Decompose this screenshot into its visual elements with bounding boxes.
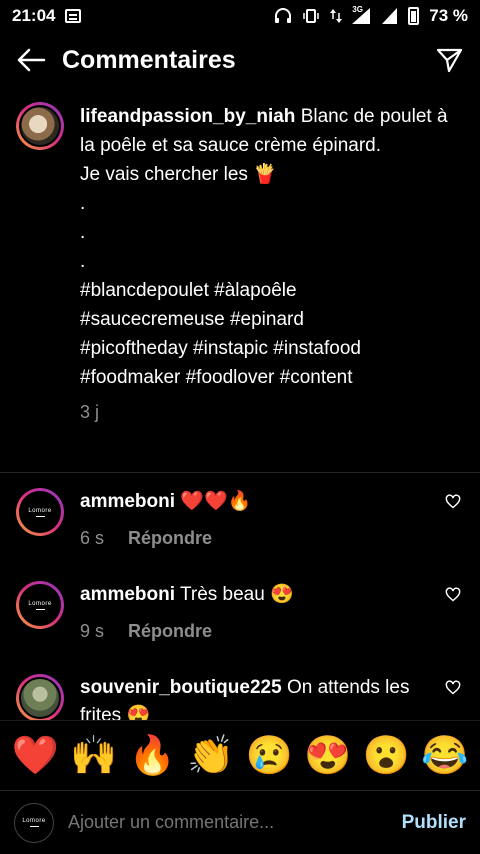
send-icon bbox=[436, 48, 463, 73]
comment-username[interactable]: ammeboni bbox=[80, 491, 175, 512]
avatar-logo-line bbox=[29, 826, 39, 827]
heart-outline-icon bbox=[445, 680, 461, 695]
status-time: 21:04 bbox=[12, 6, 56, 25]
page-title: Commentaires bbox=[62, 45, 236, 74]
reply-button[interactable]: Répondre bbox=[128, 617, 212, 645]
post-caption: lifeandpassion_by_niah Blanc de poulet à… bbox=[0, 102, 480, 427]
caption-timestamp: 3 j bbox=[80, 402, 100, 422]
emoji-surprised[interactable]: 😮 bbox=[363, 734, 410, 778]
user-avatar: Lomore bbox=[14, 802, 54, 843]
headphones-icon bbox=[274, 8, 292, 24]
comment-body: ammeboni ❤️❤️🔥 6 s Répondre bbox=[80, 488, 442, 552]
caption-hashtags[interactable]: #picoftheday #instapic #instafood bbox=[80, 334, 464, 363]
comment-item: Lomore ammeboni Très beau 😍 9 s Répondre bbox=[0, 581, 480, 645]
caption-line: . bbox=[80, 222, 86, 243]
comment-input-bar: Lomore Publier bbox=[0, 790, 480, 854]
like-button[interactable] bbox=[442, 581, 464, 645]
comment-time: 9 s bbox=[80, 621, 105, 641]
emoji-reaction-bar: ❤️ 🙌 🔥 👏 😢 😍 😮 😂 bbox=[0, 720, 480, 790]
caption-line: . bbox=[80, 193, 86, 214]
avatar-logo-line bbox=[35, 515, 45, 517]
emoji-fire[interactable]: 🔥 bbox=[129, 734, 176, 778]
comment-meta: 6 s Répondre bbox=[80, 524, 442, 552]
notification-icon bbox=[65, 9, 82, 23]
avatar[interactable]: Lomore bbox=[16, 581, 64, 629]
caption-hashtags[interactable]: #foodmaker #foodlover #content bbox=[80, 363, 464, 392]
emoji-raised-hands[interactable]: 🙌 bbox=[70, 734, 117, 778]
avatar[interactable]: Lomore bbox=[16, 488, 64, 536]
avatar-image: Lomore bbox=[19, 584, 61, 626]
avatar-logo-text: Lomore bbox=[22, 818, 46, 824]
avatar-logo-line bbox=[35, 608, 45, 610]
avatar-image bbox=[19, 105, 61, 147]
header: Commentaires bbox=[0, 32, 480, 88]
emoji-crying[interactable]: 😢 bbox=[246, 734, 293, 778]
emoji-clapping[interactable]: 👏 bbox=[187, 734, 234, 778]
network-type: 3G bbox=[352, 5, 363, 14]
caption-line: . bbox=[80, 251, 86, 272]
publish-button[interactable]: Publier bbox=[402, 812, 466, 834]
heart-outline-icon bbox=[445, 494, 461, 509]
comment-body: ammeboni Très beau 😍 9 s Répondre bbox=[80, 581, 442, 645]
cell-signal-icon: 3G bbox=[352, 5, 372, 24]
heart-outline-icon bbox=[445, 587, 461, 602]
back-button[interactable] bbox=[14, 43, 48, 77]
status-bar: 21:04 3G 73 % bbox=[0, 0, 480, 32]
avatar[interactable] bbox=[16, 674, 64, 722]
caption-text: lifeandpassion_by_niah Blanc de poulet à… bbox=[80, 102, 464, 427]
arrow-left-icon bbox=[17, 48, 46, 72]
like-button[interactable] bbox=[442, 488, 464, 552]
comment-username[interactable]: souvenir_boutique225 bbox=[80, 677, 282, 698]
caption-hashtags[interactable]: #saucecremeuse #epinard bbox=[80, 305, 464, 334]
share-button[interactable] bbox=[432, 43, 466, 77]
avatar[interactable] bbox=[16, 102, 64, 150]
cell-signal-2-icon bbox=[382, 8, 398, 24]
battery-percent: 73 % bbox=[429, 6, 468, 25]
comment-input[interactable] bbox=[68, 812, 392, 833]
data-transfer-icon bbox=[330, 8, 343, 24]
emoji-heart[interactable]: ❤️ bbox=[12, 734, 59, 778]
comment-item: Lomore ammeboni ❤️❤️🔥 6 s Répondre bbox=[0, 488, 480, 552]
avatar-image: Lomore bbox=[19, 491, 61, 533]
caption-hashtags[interactable]: #blancdepoulet #àlapoêle bbox=[80, 276, 464, 305]
emoji-heart-eyes[interactable]: 😍 bbox=[304, 734, 351, 778]
vibrate-icon bbox=[302, 8, 320, 24]
avatar-logo-text: Lomore bbox=[28, 507, 52, 514]
avatar-logo-text: Lomore bbox=[28, 600, 52, 607]
comment-meta: 9 s Répondre bbox=[80, 617, 442, 645]
comment-text: Très beau 😍 bbox=[179, 584, 294, 605]
caption-line: Je vais chercher les 🍟 bbox=[80, 164, 277, 185]
emoji-laughing[interactable]: 😂 bbox=[421, 734, 468, 778]
comment-text: ❤️❤️🔥 bbox=[180, 491, 252, 512]
avatar-image bbox=[19, 677, 61, 719]
battery-icon bbox=[408, 7, 420, 25]
comment-time: 6 s bbox=[80, 528, 105, 548]
divider bbox=[0, 472, 480, 473]
caption-username[interactable]: lifeandpassion_by_niah bbox=[80, 106, 295, 127]
reply-button[interactable]: Répondre bbox=[128, 524, 212, 552]
comment-username[interactable]: ammeboni bbox=[80, 584, 175, 605]
status-icons: 3G 73 % bbox=[274, 5, 468, 26]
